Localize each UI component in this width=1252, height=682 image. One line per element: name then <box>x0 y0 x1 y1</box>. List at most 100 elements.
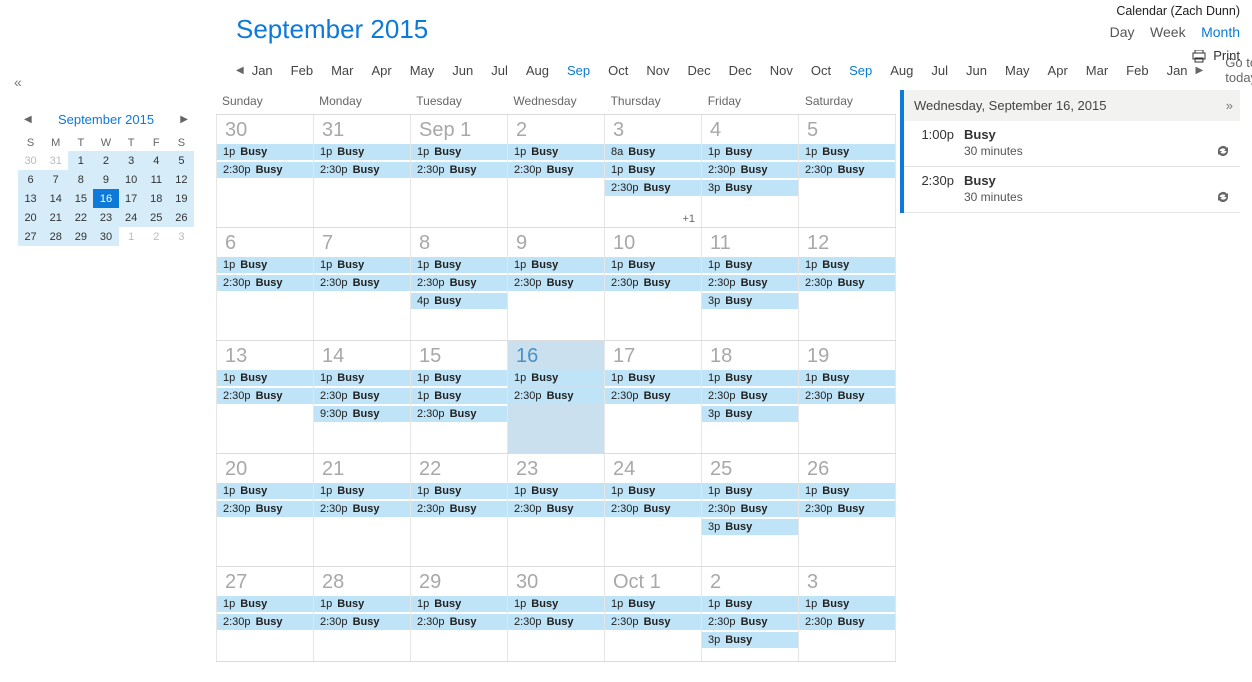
day-cell[interactable]: 141p Busy2:30p Busy9:30p Busy <box>314 341 411 453</box>
mini-day-cell[interactable]: 19 <box>169 189 194 208</box>
day-cell[interactable]: 241p Busy2:30p Busy <box>605 454 702 566</box>
mini-day-cell[interactable]: 9 <box>93 170 118 189</box>
prev-year-icon[interactable]: ◀ <box>236 65 244 76</box>
day-cell[interactable]: 291p Busy2:30p Busy <box>411 567 508 661</box>
mini-day-cell[interactable]: 26 <box>169 208 194 227</box>
calendar-event[interactable]: 1p Busy <box>411 483 507 499</box>
mini-day-cell[interactable]: 28 <box>43 227 68 246</box>
day-cell[interactable]: 61p Busy2:30p Busy <box>216 228 314 340</box>
day-cell[interactable]: 261p Busy2:30p Busy <box>799 454 896 566</box>
mini-day-cell[interactable]: 21 <box>43 208 68 227</box>
mini-day-cell[interactable]: 2 <box>93 151 118 170</box>
mini-day-cell[interactable]: 3 <box>119 151 144 170</box>
month-strip-jun[interactable]: Jun <box>452 63 473 78</box>
calendar-event[interactable]: 2:30p Busy <box>314 388 410 404</box>
calendar-event[interactable]: 1p Busy <box>702 370 798 386</box>
calendar-event[interactable]: 1p Busy <box>702 596 798 612</box>
calendar-event[interactable]: 3p Busy <box>702 293 798 309</box>
more-events-indicator[interactable]: +1 <box>682 213 695 225</box>
day-cell[interactable]: 131p Busy2:30p Busy <box>216 341 314 453</box>
day-cell[interactable]: 31p Busy2:30p Busy <box>799 567 896 661</box>
month-strip-nov[interactable]: Nov <box>770 63 793 78</box>
calendar-event[interactable]: 1p Busy <box>799 483 895 499</box>
mini-day-cell[interactable]: 13 <box>18 189 43 208</box>
mini-day-cell[interactable]: 2 <box>144 227 169 246</box>
calendar-event[interactable]: 2:30p Busy <box>217 275 313 291</box>
mini-day-cell[interactable]: 18 <box>144 189 169 208</box>
calendar-event[interactable]: 2:30p Busy <box>411 275 507 291</box>
calendar-event[interactable]: 1p Busy <box>217 596 313 612</box>
mini-day-cell[interactable]: 8 <box>68 170 93 189</box>
mini-day-cell[interactable]: 15 <box>68 189 93 208</box>
day-cell[interactable]: 231p Busy2:30p Busy <box>508 454 605 566</box>
day-cell[interactable]: 281p Busy2:30p Busy <box>314 567 411 661</box>
day-cell[interactable]: Oct 11p Busy2:30p Busy <box>605 567 702 661</box>
calendar-event[interactable]: 1p Busy <box>411 388 507 404</box>
calendar-event[interactable]: 2:30p Busy <box>508 275 604 291</box>
expand-detail-icon[interactable]: » <box>1226 98 1230 113</box>
day-cell[interactable]: 41p Busy2:30p Busy3p Busy <box>702 115 799 227</box>
day-cell[interactable]: 191p Busy2:30p Busy <box>799 341 896 453</box>
mini-day-cell[interactable]: 17 <box>119 189 144 208</box>
calendar-event[interactable]: 1p Busy <box>314 257 410 273</box>
mini-day-cell[interactable]: 24 <box>119 208 144 227</box>
calendar-event[interactable]: 2:30p Busy <box>799 275 895 291</box>
day-cell[interactable]: 221p Busy2:30p Busy <box>411 454 508 566</box>
month-strip-jan[interactable]: Jan <box>1167 63 1188 78</box>
mini-day-cell[interactable]: 25 <box>144 208 169 227</box>
day-cell[interactable]: 171p Busy2:30p Busy <box>605 341 702 453</box>
day-cell[interactable]: 161p Busy2:30p Busy <box>508 341 605 453</box>
mini-day-cell[interactable]: 11 <box>144 170 169 189</box>
calendar-event[interactable]: 2:30p Busy <box>217 388 313 404</box>
day-cell[interactable]: 21p Busy2:30p Busy <box>508 115 605 227</box>
calendar-event[interactable]: 2:30p Busy <box>799 388 895 404</box>
mini-day-cell[interactable]: 31 <box>43 151 68 170</box>
calendar-event[interactable]: 2:30p Busy <box>605 388 701 404</box>
calendar-event[interactable]: 2:30p Busy <box>799 162 895 178</box>
day-cell[interactable]: 121p Busy2:30p Busy <box>799 228 896 340</box>
mini-day-cell[interactable]: 5 <box>169 151 194 170</box>
calendar-event[interactable]: 1p Busy <box>217 370 313 386</box>
calendar-event[interactable]: 1p Busy <box>508 257 604 273</box>
calendar-event[interactable]: 1p Busy <box>508 483 604 499</box>
month-strip-jun[interactable]: Jun <box>966 63 987 78</box>
day-cell[interactable]: 311p Busy2:30p Busy <box>314 115 411 227</box>
calendar-event[interactable]: 1p Busy <box>799 596 895 612</box>
month-strip-apr[interactable]: Apr <box>1048 63 1068 78</box>
month-strip-sep[interactable]: Sep <box>849 63 872 78</box>
calendar-event[interactable]: 2:30p Busy <box>217 501 313 517</box>
month-strip-mar[interactable]: Mar <box>1086 63 1108 78</box>
mini-day-cell[interactable]: 22 <box>68 208 93 227</box>
calendar-event[interactable]: 1p Busy <box>605 162 701 178</box>
day-cell[interactable]: 21p Busy2:30p Busy3p Busy <box>702 567 799 661</box>
calendar-event[interactable]: 2:30p Busy <box>217 614 313 630</box>
month-strip-may[interactable]: May <box>1005 63 1030 78</box>
day-cell[interactable]: Sep 11p Busy2:30p Busy <box>411 115 508 227</box>
go-to-today-button[interactable]: Go to today <box>1225 55 1252 85</box>
calendar-event[interactable]: 2:30p Busy <box>314 501 410 517</box>
calendar-event[interactable]: 2:30p Busy <box>702 388 798 404</box>
month-strip-sep[interactable]: Sep <box>567 63 590 78</box>
month-strip-dec[interactable]: Dec <box>729 63 752 78</box>
calendar-event[interactable]: 1p Busy <box>799 370 895 386</box>
mini-day-cell[interactable]: 30 <box>93 227 118 246</box>
calendar-event[interactable]: 1p Busy <box>605 257 701 273</box>
calendar-event[interactable]: 3p Busy <box>702 519 798 535</box>
mini-day-cell[interactable]: 14 <box>43 189 68 208</box>
calendar-event[interactable]: 2:30p Busy <box>605 275 701 291</box>
day-cell[interactable]: 51p Busy2:30p Busy <box>799 115 896 227</box>
calendar-event[interactable]: 1p Busy <box>508 144 604 160</box>
calendar-event[interactable]: 2:30p Busy <box>508 388 604 404</box>
day-cell[interactable]: 101p Busy2:30p Busy <box>605 228 702 340</box>
month-strip-jul[interactable]: Jul <box>491 63 508 78</box>
calendar-event[interactable]: 2:30p Busy <box>411 501 507 517</box>
calendar-event[interactable]: 1p Busy <box>314 483 410 499</box>
calendar-event[interactable]: 2:30p Busy <box>702 501 798 517</box>
calendar-event[interactable]: 2:30p Busy <box>411 162 507 178</box>
calendar-event[interactable]: 1p Busy <box>411 596 507 612</box>
calendar-event[interactable]: 2:30p Busy <box>702 275 798 291</box>
day-cell[interactable]: 271p Busy2:30p Busy <box>216 567 314 661</box>
month-strip-dec[interactable]: Dec <box>688 63 711 78</box>
month-strip-oct[interactable]: Oct <box>811 63 831 78</box>
month-strip-jan[interactable]: Jan <box>252 63 273 78</box>
